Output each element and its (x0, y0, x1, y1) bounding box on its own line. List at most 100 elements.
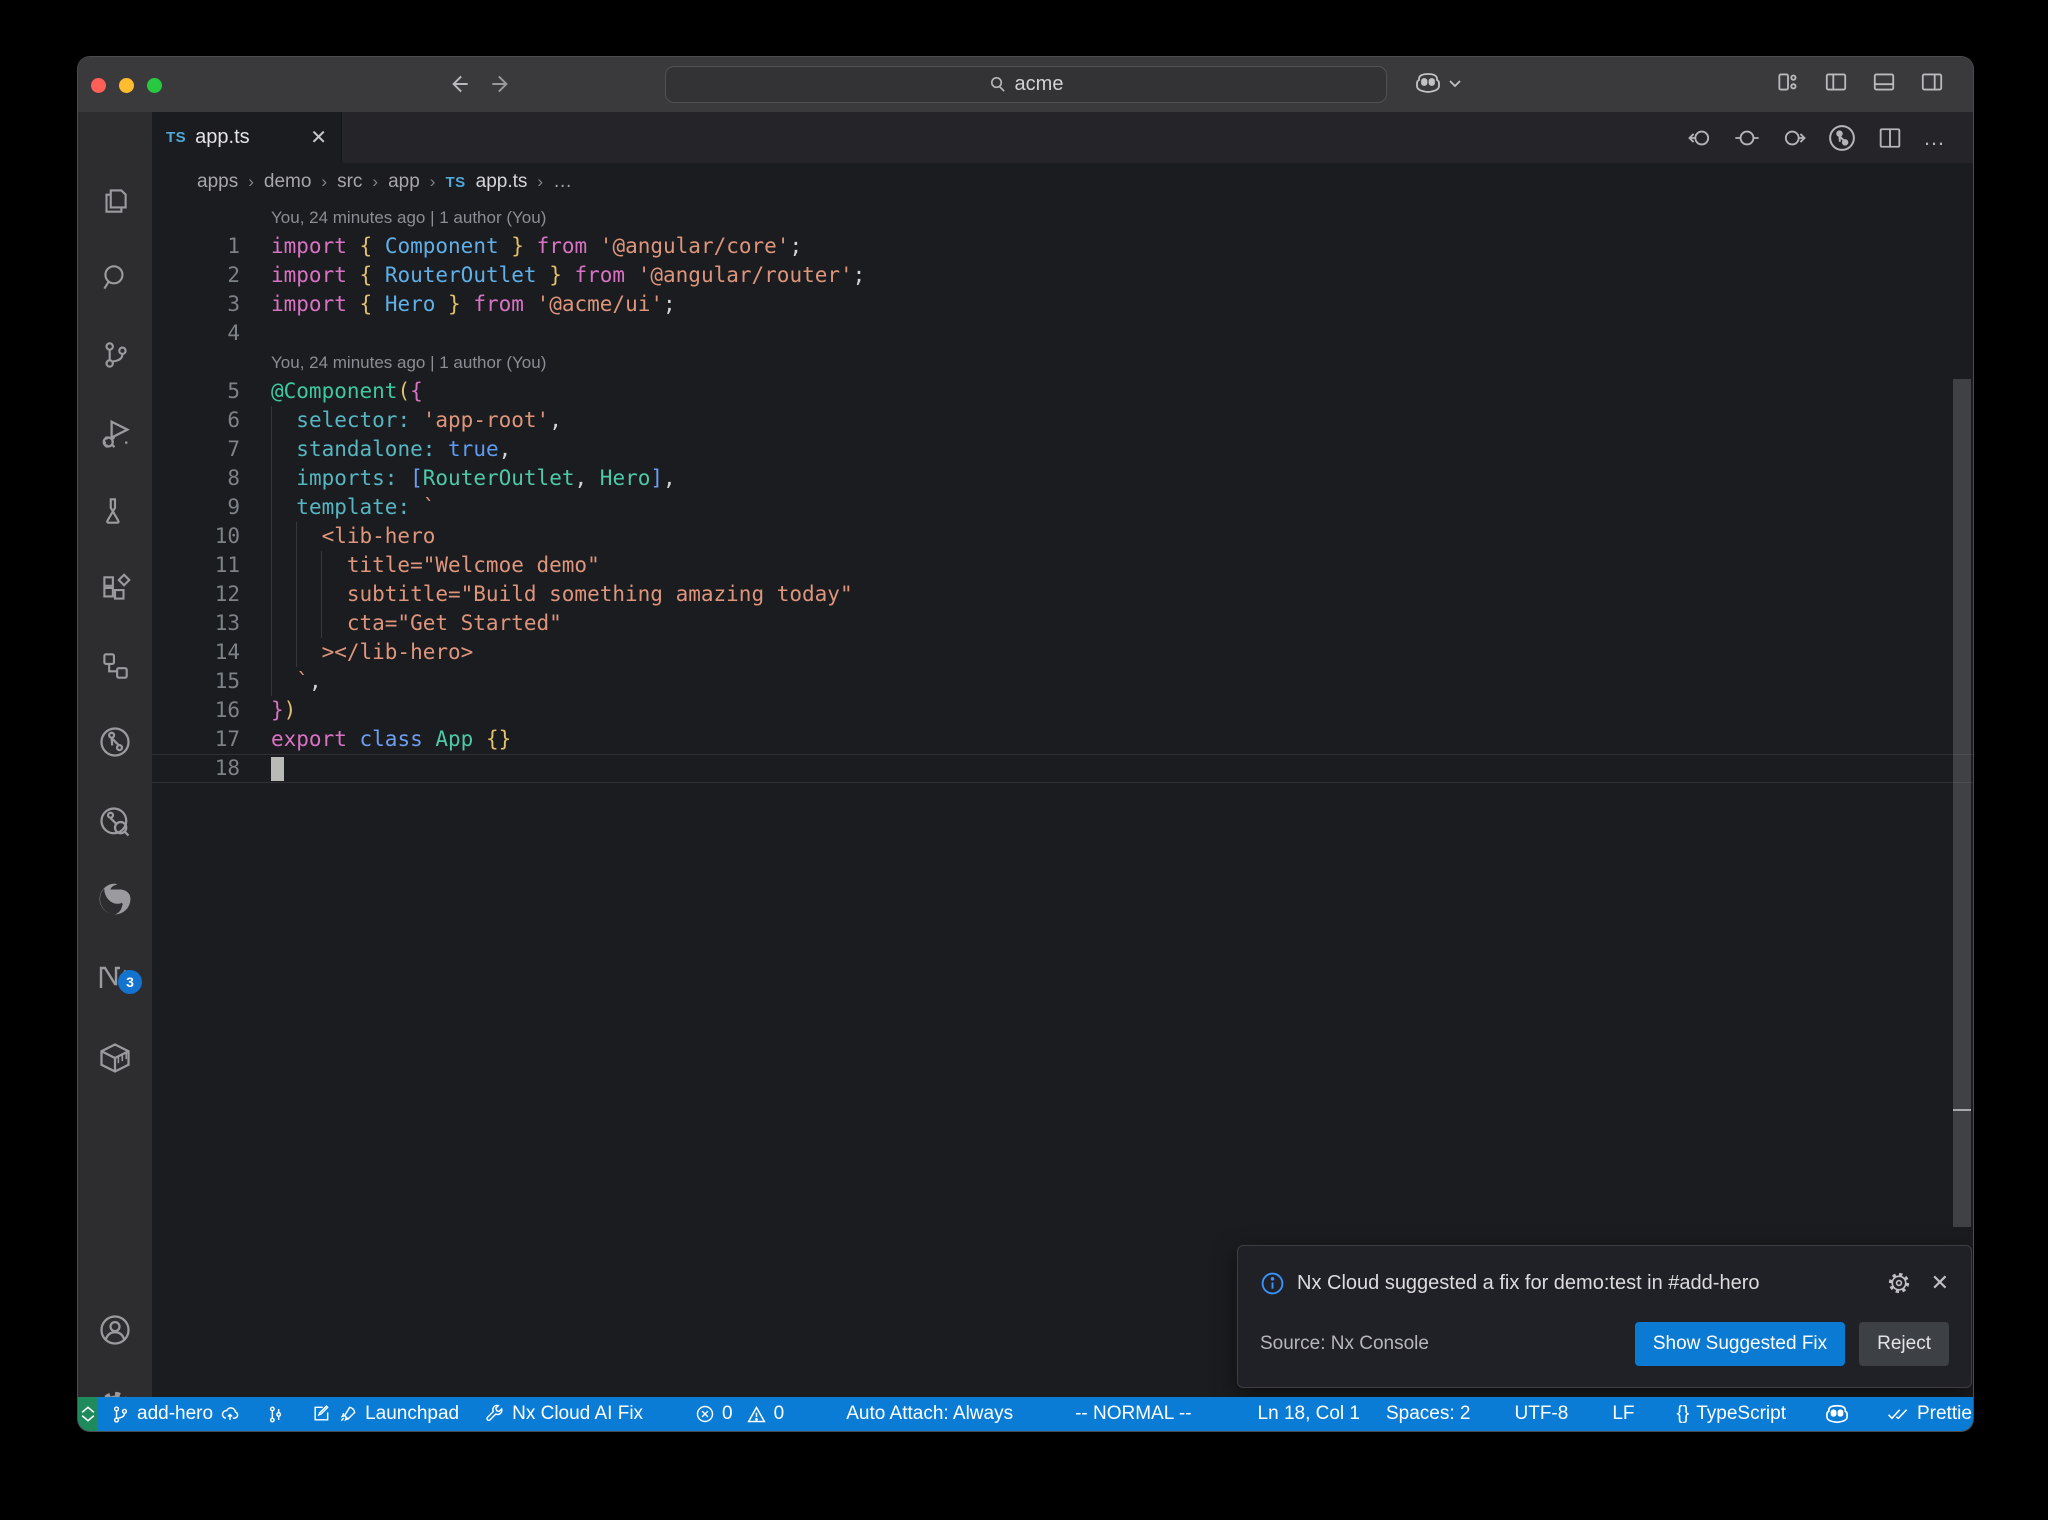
title-bar: acme (78, 57, 1973, 112)
maximize-window-button[interactable] (147, 78, 162, 93)
code-line: 4 (152, 319, 1973, 348)
copilot-status-item[interactable] (1811, 1397, 1863, 1431)
notification-settings-gear-icon[interactable] (1887, 1271, 1911, 1295)
remote-indicator[interactable] (78, 1397, 98, 1431)
command-center-search[interactable]: acme (664, 66, 1387, 103)
nav-forward-circle-icon[interactable] (1780, 124, 1808, 152)
nx-badge: 3 (118, 970, 142, 994)
toggle-primary-sidebar-icon[interactable] (1823, 69, 1849, 95)
show-suggested-fix-button[interactable]: Show Suggested Fix (1634, 1322, 1846, 1366)
hierarchy-icon[interactable] (98, 649, 132, 683)
eol-item[interactable]: LF (1599, 1397, 1647, 1431)
auto-attach-item[interactable]: Auto Attach: Always (833, 1397, 1026, 1431)
code-line: 11 title="Welcmoe demo" (152, 551, 1973, 580)
typescript-file-icon: TS (166, 129, 187, 146)
copilot-icon[interactable] (1414, 71, 1442, 95)
prettier-item[interactable]: Prettier (1873, 1397, 1973, 1431)
breadcrumb-item[interactable]: app (388, 171, 420, 193)
notification-close-icon[interactable]: ✕ (1931, 1270, 1949, 1296)
error-count: 0 (722, 1403, 733, 1424)
line-number: 18 (214, 756, 240, 780)
nav-back-circle-icon[interactable] (1686, 124, 1714, 152)
back-icon[interactable] (446, 71, 472, 97)
braces-icon: {} (1676, 1403, 1690, 1424)
testing-icon[interactable] (98, 494, 132, 528)
copilot-icon (1826, 1404, 1848, 1424)
scrollbar-thumb[interactable] (1953, 379, 1971, 1227)
toggle-secondary-sidebar-icon[interactable] (1919, 69, 1945, 95)
language-mode-item[interactable]: {} TypeScript (1664, 1397, 1799, 1431)
vim-mode-item[interactable]: -- NORMAL -- (1062, 1397, 1204, 1431)
tab-bar: TS app.ts ✕ … (152, 112, 1973, 163)
code-editor[interactable]: You, 24 minutes ago | 1 author (You) 1 imp… (152, 201, 1973, 1397)
breadcrumb-item[interactable]: apps (197, 171, 238, 193)
line-number: 7 (227, 437, 240, 461)
code-line: 7 standalone: true, (152, 435, 1973, 464)
more-actions-icon[interactable]: … (1923, 125, 1947, 151)
nx-cloud-fix-item[interactable]: Nx Cloud AI Fix (472, 1397, 656, 1431)
status-bar: add-hero Launchpad Nx Cloud AI Fix 0 0 A… (78, 1397, 1973, 1431)
run-debug-icon[interactable] (97, 415, 133, 451)
notification-title: Nx Cloud suggested a fix for demo:test i… (1297, 1271, 1760, 1294)
double-check-icon (1888, 1409, 1908, 1420)
line-number: 2 (227, 263, 240, 287)
code-line: 9 template: ` (152, 493, 1973, 522)
git-graph-item[interactable] (253, 1397, 298, 1431)
code-line: 6 selector: 'app-root', (152, 406, 1973, 435)
tab-close-icon[interactable]: ✕ (310, 128, 327, 148)
run-target-icon[interactable] (1827, 123, 1857, 153)
code-line: 3 import { Hero } from '@acme/ui'; (152, 290, 1973, 319)
codelens-annotation: You, 24 minutes ago | 1 author (You) (271, 208, 547, 227)
breadcrumb: apps › demo › src › app › TS app.ts › … (152, 163, 1973, 201)
codelens-annotation: You, 24 minutes ago | 1 author (You) (271, 353, 547, 372)
account-icon[interactable] (97, 1312, 133, 1348)
cursor-position-item[interactable]: Ln 18, Col 1 (1245, 1397, 1373, 1431)
source-control-icon[interactable] (98, 338, 132, 372)
forward-icon[interactable] (488, 71, 514, 97)
problems-item[interactable]: 0 0 (682, 1397, 797, 1431)
extensions-icon[interactable] (98, 572, 132, 606)
line-number: 6 (227, 408, 240, 432)
editor-scrollbar[interactable] (1951, 345, 1973, 1397)
swirl-icon[interactable] (96, 880, 134, 918)
line-number: 5 (227, 379, 240, 403)
activity-bar: 3 (78, 112, 152, 1423)
code-line: 10 <lib-hero (152, 522, 1973, 551)
nav-dot-circle-icon[interactable] (1733, 124, 1761, 152)
breadcrumb-item[interactable]: src (337, 171, 362, 193)
breadcrumb-symbol[interactable]: … (553, 171, 572, 193)
error-icon (696, 1405, 714, 1423)
launchpad-label: Launchpad (365, 1403, 460, 1424)
code-line: 17 export class App {} (152, 725, 1973, 754)
explorer-icon[interactable] (98, 184, 132, 218)
line-number: 3 (227, 292, 240, 316)
split-editor-icon[interactable] (1876, 124, 1904, 152)
git-branch-item[interactable]: add-hero (98, 1397, 253, 1431)
run-graph-icon[interactable] (97, 724, 133, 760)
encoding-item[interactable]: UTF-8 (1502, 1397, 1582, 1431)
git-graph-icon (269, 1406, 282, 1422)
git-branch-icon (113, 1405, 128, 1423)
code-line: 16}) (152, 696, 1973, 725)
line-number: 4 (227, 321, 240, 345)
breadcrumb-item[interactable]: demo (264, 171, 312, 193)
warning-count: 0 (773, 1403, 785, 1424)
search-sidebar-icon[interactable] (98, 261, 132, 295)
reject-button[interactable]: Reject (1859, 1322, 1949, 1366)
customize-layout-icon[interactable] (1775, 69, 1801, 95)
close-window-button[interactable] (91, 78, 106, 93)
launchpad-item[interactable]: Launchpad (298, 1397, 472, 1431)
wrench-icon (486, 1404, 503, 1421)
container-cube-icon[interactable] (97, 1040, 133, 1076)
line-number: 11 (214, 553, 240, 577)
search-icon (988, 75, 1007, 94)
tab-app-ts[interactable]: TS app.ts ✕ (152, 112, 342, 163)
line-number: 14 (214, 640, 240, 664)
minimize-window-button[interactable] (119, 78, 134, 93)
line-number: 15 (214, 669, 240, 693)
indentation-item[interactable]: Spaces: 2 (1373, 1397, 1484, 1431)
breadcrumb-file[interactable]: app.ts (476, 171, 528, 193)
graph-search-icon[interactable] (97, 804, 133, 840)
toggle-panel-icon[interactable] (1871, 69, 1897, 95)
code-line: 18 (152, 754, 1973, 783)
